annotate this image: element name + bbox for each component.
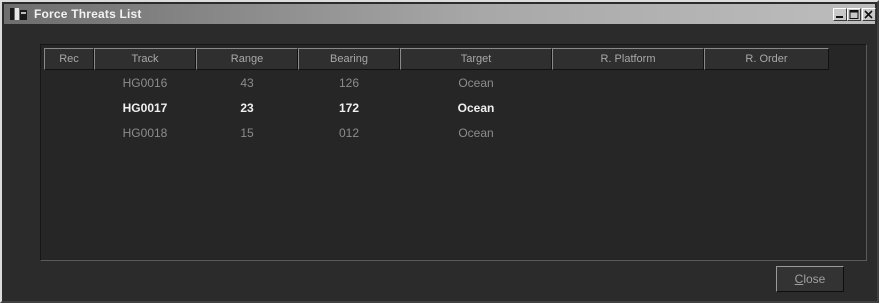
cell-track: HG0018 (122, 126, 168, 140)
minimize-button[interactable] (833, 8, 847, 21)
cell-r-platform (552, 72, 704, 94)
col-header-r-platform[interactable]: R. Platform (552, 48, 704, 70)
col-header-range[interactable]: Range (196, 48, 298, 70)
cell-range: 43 (240, 76, 254, 90)
minimize-icon (836, 16, 843, 18)
force-threats-window: Force Threats List Rec Track Range Beari… (0, 0, 879, 303)
cell-track: HG0016 (122, 76, 168, 90)
col-header-bearing[interactable]: Bearing (298, 48, 400, 70)
cell-target: Ocean (458, 126, 494, 140)
cell-bearing: 012 (338, 126, 360, 140)
window-title: Force Threats List (34, 7, 142, 21)
cell-target: Ocean (458, 76, 494, 90)
close-window-button[interactable] (862, 8, 876, 21)
cell-rec (44, 72, 94, 94)
cell-r-platform (552, 122, 704, 144)
cell-bearing: 126 (338, 76, 360, 90)
close-button[interactable]: Close (776, 266, 844, 292)
col-header-track[interactable]: Track (94, 48, 196, 70)
title-bar[interactable]: Force Threats List (4, 4, 876, 24)
maximize-icon (849, 10, 859, 19)
cell-rec (44, 97, 94, 119)
table-header-row: Rec Track Range Bearing Target R. Platfo… (44, 48, 834, 70)
cell-target: Ocean (457, 101, 495, 115)
cell-r-order (704, 122, 829, 144)
table-row[interactable]: HG0018 15 012 Ocean (44, 122, 834, 144)
cell-r-order (704, 72, 829, 94)
col-header-r-order[interactable]: R. Order (704, 48, 829, 70)
close-icon (864, 10, 873, 19)
cell-range: 15 (240, 126, 254, 140)
cell-track: HG0017 (122, 101, 168, 115)
close-button-label: lose (803, 272, 826, 286)
table-row[interactable]: HG0016 43 126 Ocean (44, 72, 834, 94)
threats-table: Rec Track Range Bearing Target R. Platfo… (40, 44, 867, 261)
cell-r-order (704, 97, 829, 119)
cell-bearing: 172 (338, 101, 360, 115)
cell-r-platform (552, 97, 704, 119)
table-row[interactable]: HG0017 23 172 Ocean (44, 97, 834, 119)
app-icon (10, 7, 28, 21)
col-header-target[interactable]: Target (400, 48, 552, 70)
maximize-button[interactable] (847, 8, 861, 21)
cell-range: 23 (240, 101, 254, 115)
col-header-rec[interactable]: Rec (44, 48, 94, 70)
cell-rec (44, 122, 94, 144)
